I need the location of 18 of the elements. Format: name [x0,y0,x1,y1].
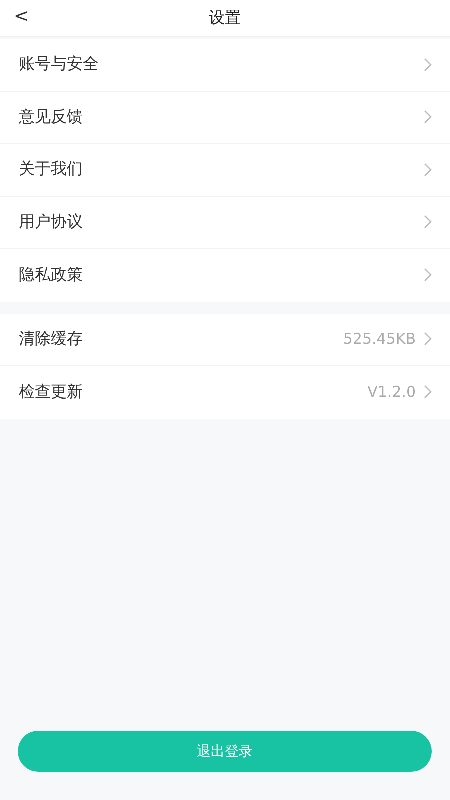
row-label: 账号与安全 [19,54,99,76]
chevron-right-icon [424,162,432,177]
chevron-right-icon [424,58,432,72]
back-button[interactable]: < [10,4,34,29]
chevron-right-icon [424,385,432,400]
row-label: 检查更新 [19,382,83,403]
page-title: 设置 [209,8,241,28]
chevron-right-icon [424,110,432,124]
chevron-right-icon [424,332,432,346]
row-label: 意见反馈 [19,106,83,128]
row-value: 525.45KB [343,330,416,348]
chevron-right-icon [424,268,432,282]
chevron-right-icon [424,215,432,230]
row-label: 用户协议 [19,212,83,233]
row-label: 关于我们 [19,159,83,180]
row-label: 清除缓存 [19,328,83,350]
row-value: V1.2.0 [368,383,416,402]
row-label: 隐私政策 [19,264,83,286]
